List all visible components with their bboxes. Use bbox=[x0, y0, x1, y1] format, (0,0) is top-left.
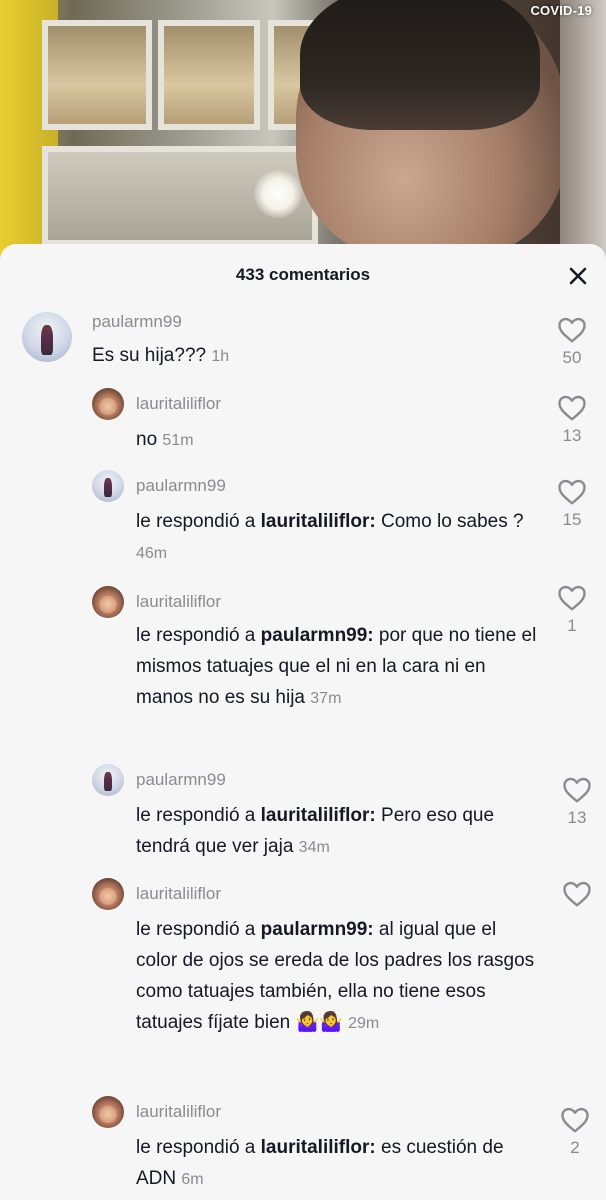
comment-body: no bbox=[136, 429, 158, 450]
comment-username[interactable]: lauritaliliflor bbox=[136, 884, 221, 904]
reply-prefix: le respondió a bbox=[136, 805, 256, 826]
heart-outline-icon bbox=[561, 1107, 589, 1133]
like-count: 50 bbox=[562, 348, 582, 367]
video-person-hair bbox=[300, 0, 540, 130]
comment-body: Es su hija??? bbox=[92, 345, 207, 366]
comment-time: 51m bbox=[162, 432, 194, 449]
reply-item: lauritaliliflor le respondió a paularmn9… bbox=[0, 584, 606, 760]
comments-sheet: 433 comentarios paularmn99 Es su hija???… bbox=[0, 244, 606, 1200]
reply-prefix: le respondió a bbox=[136, 625, 256, 646]
heart-outline-icon bbox=[563, 777, 591, 803]
reply-prefix: le respondió a bbox=[136, 919, 256, 940]
like-button[interactable] bbox=[557, 880, 597, 912]
comment-time: 6m bbox=[181, 1171, 204, 1188]
avatar[interactable] bbox=[92, 470, 124, 502]
video-wall bbox=[560, 0, 606, 260]
reply-item: paularmn99 le respondió a lauritaliliflo… bbox=[0, 468, 606, 580]
reply-prefix: le respondió a bbox=[136, 511, 256, 532]
reply-mention[interactable]: lauritaliliflor: bbox=[261, 805, 376, 826]
reply-mention[interactable]: lauritaliliflor: bbox=[261, 511, 376, 532]
comment-username[interactable]: paularmn99 bbox=[92, 312, 182, 332]
comment-text: Es su hija??? 1h bbox=[92, 340, 532, 372]
reply-item: lauritaliliflor le respondió a paularmn9… bbox=[0, 876, 606, 1092]
reply-mention[interactable]: lauritaliliflor: bbox=[261, 1137, 376, 1158]
comment-time: 37m bbox=[310, 690, 342, 707]
like-button[interactable]: 13 bbox=[552, 394, 592, 446]
heart-outline-icon bbox=[558, 395, 586, 421]
comment-text: le respondió a lauritaliliflor: Como lo … bbox=[136, 506, 536, 569]
like-button[interactable]: 2 bbox=[555, 1106, 595, 1158]
comment-username[interactable]: paularmn99 bbox=[136, 476, 226, 496]
like-button[interactable]: 50 bbox=[552, 316, 592, 368]
like-button[interactable]: 13 bbox=[557, 776, 597, 828]
reply-mention[interactable]: paularmn99: bbox=[261, 625, 374, 646]
video-window bbox=[158, 20, 260, 130]
comment-time: 46m bbox=[136, 545, 168, 562]
video-background: COVID-19 bbox=[0, 0, 606, 260]
comment-username[interactable]: lauritaliliflor bbox=[136, 394, 221, 414]
avatar[interactable] bbox=[92, 388, 124, 420]
reply-item: lauritaliliflor le respondió a lauritali… bbox=[0, 1094, 606, 1200]
reply-item: lauritaliliflor no 51m 13 bbox=[0, 386, 606, 466]
comment-time: 29m bbox=[348, 1015, 380, 1032]
avatar[interactable] bbox=[92, 1096, 124, 1128]
comment-body: Como lo sabes ? bbox=[381, 511, 524, 532]
video-window bbox=[42, 20, 152, 130]
heart-outline-icon bbox=[558, 585, 586, 611]
comment-text: le respondió a paularmn99: por que no ti… bbox=[136, 620, 540, 714]
comment-username[interactable]: paularmn99 bbox=[136, 770, 226, 790]
avatar[interactable] bbox=[92, 764, 124, 796]
avatar[interactable] bbox=[22, 312, 72, 362]
covid-badge[interactable]: COVID-19 bbox=[530, 3, 592, 18]
like-count: 1 bbox=[567, 616, 577, 635]
like-count: 2 bbox=[570, 1138, 580, 1157]
emoji-shrug: 🤷‍♀️🤷‍♀️ bbox=[295, 1012, 343, 1033]
video-lamp bbox=[254, 170, 302, 218]
comment-text: le respondió a paularmn99: al igual que … bbox=[136, 914, 536, 1039]
heart-outline-icon bbox=[558, 479, 586, 505]
heart-outline-icon bbox=[563, 881, 591, 907]
like-count: 13 bbox=[567, 808, 587, 827]
like-button[interactable]: 15 bbox=[552, 478, 592, 530]
reply-prefix: le respondió a bbox=[136, 1137, 256, 1158]
close-button[interactable] bbox=[566, 264, 590, 288]
comment-count-title: 433 comentarios bbox=[235, 265, 371, 284]
comment-time: 34m bbox=[298, 839, 330, 856]
comment-item: paularmn99 Es su hija??? 1h 50 bbox=[0, 306, 606, 384]
reply-mention[interactable]: paularmn99: bbox=[261, 919, 374, 940]
close-icon bbox=[569, 267, 587, 285]
reply-item: paularmn99 le respondió a lauritaliliflo… bbox=[0, 762, 606, 872]
comment-text: le respondió a lauritaliliflor: Pero eso… bbox=[136, 800, 540, 863]
comment-username[interactable]: lauritaliliflor bbox=[136, 1102, 221, 1122]
like-button[interactable]: 1 bbox=[552, 584, 592, 636]
comments-header: 433 comentarios bbox=[0, 244, 606, 306]
avatar[interactable] bbox=[92, 586, 124, 618]
like-count: 13 bbox=[562, 426, 582, 445]
avatar[interactable] bbox=[92, 878, 124, 910]
heart-outline-icon bbox=[558, 317, 586, 343]
comment-text: no 51m bbox=[136, 424, 536, 456]
comment-username[interactable]: lauritaliliflor bbox=[136, 592, 221, 612]
comment-time: 1h bbox=[211, 348, 230, 365]
comment-text: le respondió a lauritaliliflor: es cuest… bbox=[136, 1132, 536, 1195]
like-count: 15 bbox=[562, 510, 582, 529]
